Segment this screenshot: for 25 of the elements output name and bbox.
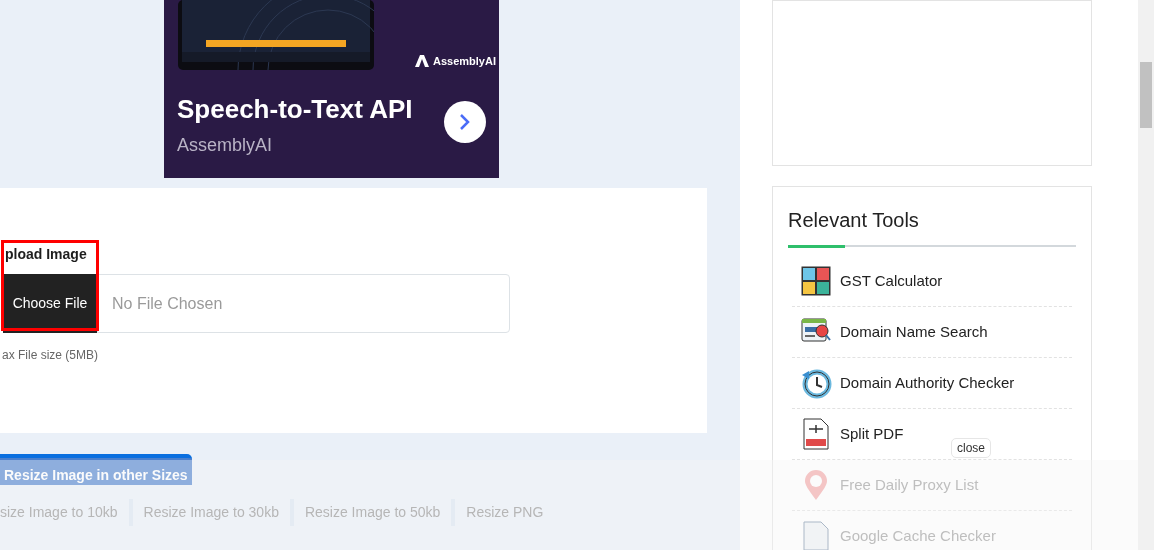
brand-logo-text: AssemblyAI <box>433 54 496 69</box>
ad-brand: AssemblyAI <box>177 134 273 157</box>
logo-icon <box>415 55 429 68</box>
scrollbar-thumb[interactable] <box>1140 62 1152 128</box>
pdf-file-icon <box>803 418 829 450</box>
choose-file-button[interactable]: Choose File <box>3 274 97 333</box>
grid-icon <box>801 266 831 296</box>
file-size-note: ax File size (5MB) <box>2 347 99 364</box>
ad-title: Speech-to-Text API <box>177 93 413 126</box>
ad-banner[interactable]: AssemblyAI Speech-to-Text API AssemblyAI <box>164 0 499 178</box>
scrollbar[interactable] <box>1138 0 1154 550</box>
tool-link[interactable]: Split PDF <box>840 422 904 446</box>
tool-link[interactable]: Domain Name Search <box>840 320 988 344</box>
next-button[interactable] <box>444 101 486 143</box>
chevron-right-icon <box>459 113 471 131</box>
tool-link[interactable]: GST Calculator <box>840 269 943 293</box>
upload-label: pload Image <box>5 245 87 264</box>
clock-refresh-icon <box>800 367 832 399</box>
file-name-field[interactable]: No File Chosen <box>97 274 510 333</box>
document-icon <box>803 521 829 550</box>
tool-link[interactable]: Domain Authority Checker <box>840 371 1015 395</box>
close-button[interactable]: close <box>951 438 991 458</box>
title-accent <box>788 245 845 248</box>
location-pin-icon <box>803 469 829 501</box>
section-title: Relevant Tools <box>788 208 920 233</box>
